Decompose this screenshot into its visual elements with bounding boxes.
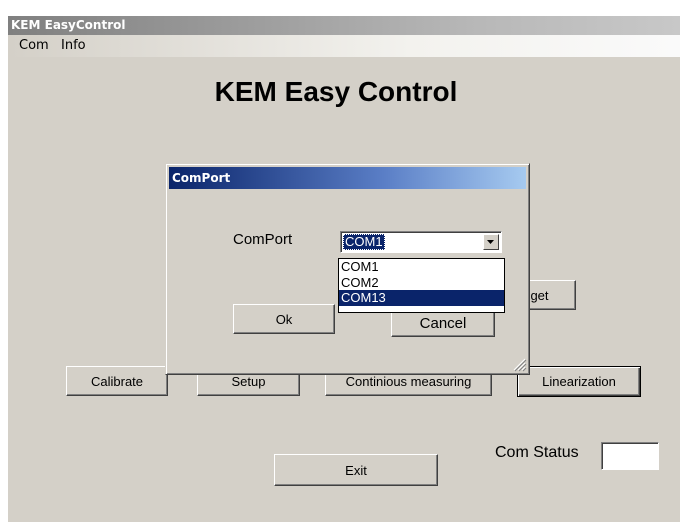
comport-dropdown-list: COM1 COM2 COM13 [338,258,505,313]
setup-button-label: Setup [231,374,266,389]
dialog-title: ComPort [172,171,231,185]
comport-select-value: COM1 [343,234,385,250]
ok-button[interactable]: Ok [233,304,335,334]
calibrate-button-label: Calibrate [90,373,144,389]
linearization-button[interactable]: Linearization [517,366,641,397]
exit-button-label: Exit [345,462,367,478]
dialog-title-bar[interactable]: ComPort [169,167,526,189]
linearization-button-label: Linearization [542,374,616,389]
exit-button[interactable]: Exit [274,454,438,486]
continuous-measuring-button-label: Continious measuring [345,374,472,389]
menu-bar: Com Info [8,35,680,57]
list-item-com13[interactable]: COM13 [339,290,504,306]
comport-select[interactable]: COM1 [340,231,502,253]
list-item-com1[interactable]: COM1 [339,259,504,275]
chevron-down-icon [487,239,494,244]
menu-info[interactable]: Info [57,35,90,57]
target-button-label: get [530,287,549,303]
ok-button-label: Ok [275,311,293,327]
list-item-com2[interactable]: COM2 [339,275,504,291]
window-title: KEM EasyControl [11,18,126,32]
combo-dropdown-button[interactable] [483,234,499,250]
cancel-button-label: Cancel [419,315,467,332]
resize-grip-icon[interactable] [513,358,527,372]
comport-label: ComPort [233,231,293,248]
app-title: KEM Easy Control [214,76,458,107]
title-bar[interactable]: KEM EasyControl [8,16,680,35]
menu-com[interactable]: Com [15,35,53,57]
com-status-field [601,442,659,470]
com-status-label: Com Status [495,444,579,461]
calibrate-button[interactable]: Calibrate [66,366,168,396]
